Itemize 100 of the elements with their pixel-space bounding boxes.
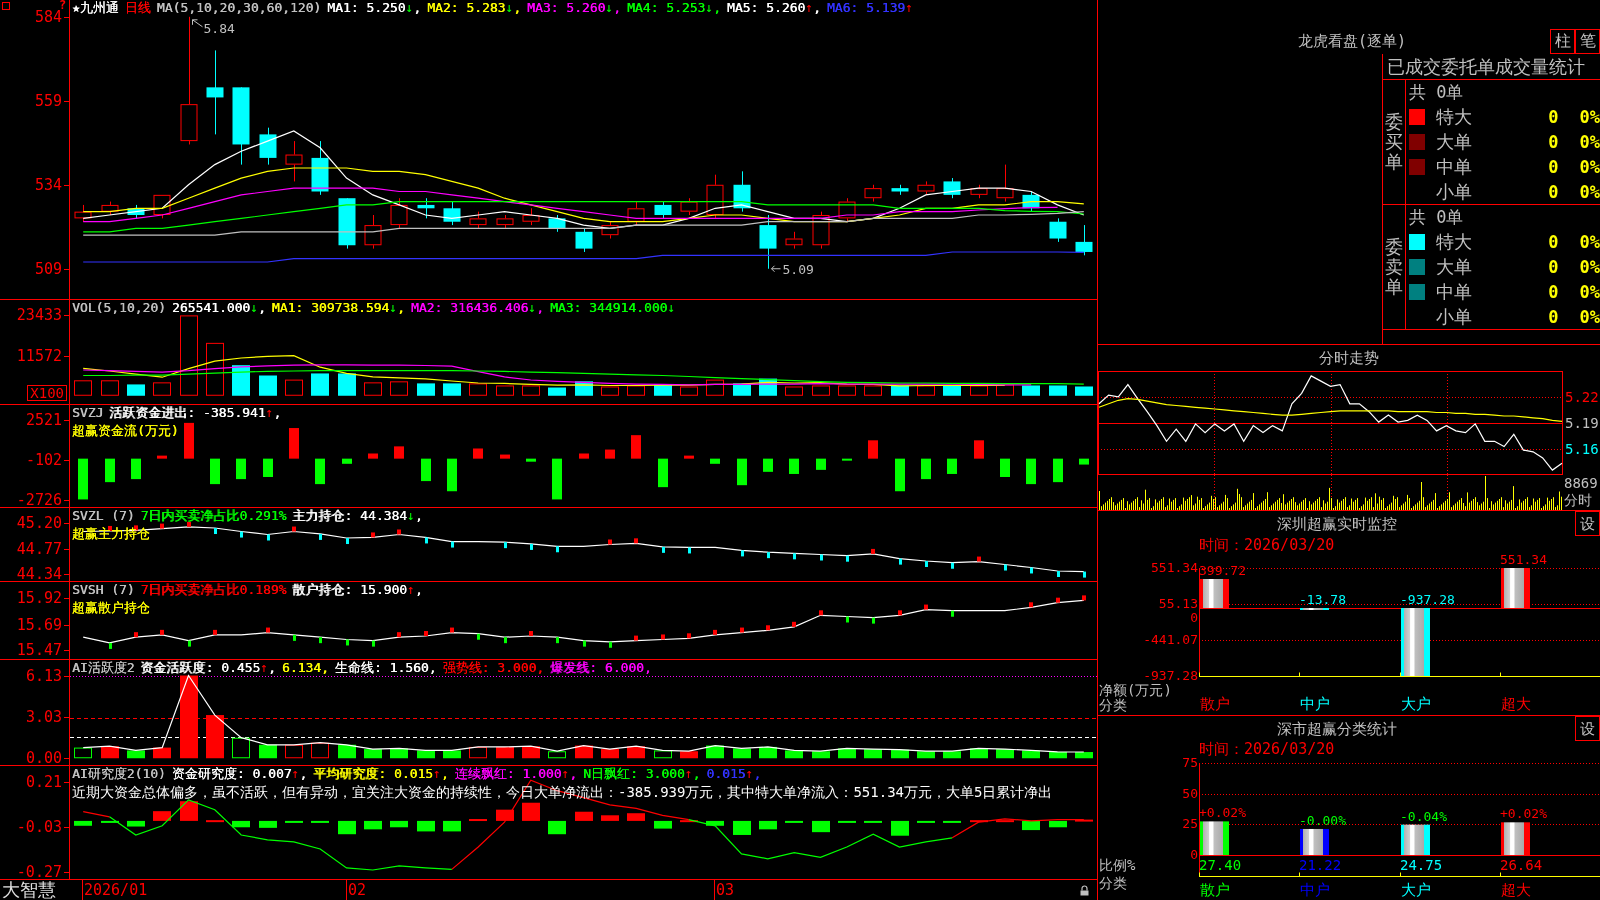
candlestick xyxy=(706,174,724,219)
order-type-label: 大单 xyxy=(1436,131,1472,152)
change-label: +0.02% xyxy=(1500,807,1547,822)
chart-bar xyxy=(891,749,909,759)
chart-bar xyxy=(921,458,931,480)
legend-label: SVZL (7) xyxy=(72,508,135,523)
chart-bar xyxy=(285,820,303,823)
candlestick xyxy=(496,214,514,229)
settings-button[interactable]: 设 xyxy=(1575,511,1600,536)
chart-bar xyxy=(447,458,457,492)
candlestick xyxy=(311,140,329,196)
chart-bar xyxy=(733,820,751,835)
axis-label: 15.47 xyxy=(16,642,62,657)
axis-label: -441.07 xyxy=(1143,633,1199,647)
chart-bar xyxy=(812,820,830,833)
chart-bar xyxy=(236,458,246,480)
candlestick xyxy=(443,201,461,226)
chart-bar xyxy=(311,820,329,823)
chart-bar xyxy=(680,751,698,759)
axis-label: 559 xyxy=(34,93,62,108)
chart-bar xyxy=(390,381,408,396)
chart-bar xyxy=(1022,385,1040,396)
chart-bar xyxy=(1049,751,1067,759)
chart-bar xyxy=(101,380,119,396)
axis-label: 2521 xyxy=(25,413,62,428)
chart-bar xyxy=(763,458,773,472)
candlestick xyxy=(785,231,803,250)
chart-bar xyxy=(996,749,1014,759)
chart-bar xyxy=(180,801,198,821)
chart-bar xyxy=(706,820,724,826)
legend-label: ★九州通 xyxy=(72,0,119,15)
axis-label: 44.34 xyxy=(16,566,62,581)
chart-bar xyxy=(812,751,830,759)
order-total: 共 0单 xyxy=(1409,82,1464,102)
chart-bar xyxy=(364,382,382,396)
chart-bar xyxy=(311,742,329,759)
axis-label: 5.22 xyxy=(1565,388,1599,405)
legend-label: MA4: 5.253↓, xyxy=(627,0,721,15)
chart-bar xyxy=(996,820,1014,823)
chart-bar xyxy=(263,458,273,477)
axis-label: 55.13 xyxy=(1158,597,1199,611)
chart-bar xyxy=(552,458,562,500)
order-share: 0% xyxy=(1579,181,1600,202)
legend-label: MA2: 5.283↓, xyxy=(427,0,522,15)
chart-bar xyxy=(1401,608,1430,676)
chart-bar xyxy=(917,820,935,823)
chart-bar xyxy=(970,385,988,396)
axis-label: 02 xyxy=(348,880,367,900)
candlestick xyxy=(680,197,698,216)
legend-label: MA1: 309738.594↓, xyxy=(271,300,405,315)
candlestick xyxy=(390,197,408,229)
chart-bar xyxy=(259,744,277,759)
view-toggle-button[interactable]: 柱 xyxy=(1550,28,1575,54)
chart-bar xyxy=(74,380,92,396)
chart-bar xyxy=(342,458,352,464)
legend-label: SVZJ xyxy=(72,405,104,420)
data-label: -937.28 xyxy=(1400,593,1455,607)
view-toggle-button[interactable]: 笔 xyxy=(1575,28,1600,54)
axis-label: -937.28 xyxy=(1143,669,1199,683)
legend-label: N日飘红: 3.000↑, xyxy=(583,766,701,781)
square-icon[interactable] xyxy=(2,2,10,10)
candlestick xyxy=(364,214,382,250)
chart-bar xyxy=(680,386,698,396)
legend-label: 日线 xyxy=(124,0,151,15)
chart-bar xyxy=(469,746,487,759)
candlestick xyxy=(891,184,909,196)
chart-bar xyxy=(105,458,115,483)
chart-bar xyxy=(970,820,988,823)
value-label: 21.22 xyxy=(1299,858,1342,873)
panel-title: 分时走势 xyxy=(1319,348,1379,368)
chart-bar xyxy=(943,751,961,759)
chart-bar xyxy=(469,383,487,396)
legend-label: 活跃资金进出: -385.941↑, xyxy=(109,405,282,420)
legend-label: MA3: 344914.000↓ xyxy=(550,300,676,315)
help-mark[interactable]: ? xyxy=(59,0,67,10)
chart-bar xyxy=(706,379,724,396)
chart-bar xyxy=(605,449,615,459)
chart-bar xyxy=(522,802,540,821)
axis-label: 3.03 xyxy=(25,710,62,725)
chart-bar xyxy=(548,751,566,759)
axis-label: 509 xyxy=(34,261,62,276)
candlestick xyxy=(575,227,593,253)
candlestick xyxy=(864,184,882,203)
settings-button[interactable]: 设 xyxy=(1575,716,1600,741)
chart-bar xyxy=(469,819,487,822)
chart-bar xyxy=(78,458,88,500)
axis-label: 45.20 xyxy=(16,516,62,531)
axis-title: 净额(万元) xyxy=(1099,683,1172,698)
panel-title: 深市超赢分类统计 xyxy=(1276,718,1397,739)
chart-bar xyxy=(1026,458,1036,485)
chart-bar xyxy=(364,749,382,759)
chart-bar xyxy=(864,820,882,823)
order-share: 0% xyxy=(1579,256,1600,277)
chart-bar xyxy=(601,386,619,396)
chart-bar xyxy=(943,820,961,823)
candlestick xyxy=(259,127,277,166)
legend-label: 0.015↑, xyxy=(706,766,762,781)
candlestick xyxy=(812,211,830,250)
chart-bar xyxy=(943,385,961,396)
panel-title: 深圳超赢实时监控 xyxy=(1276,513,1397,534)
